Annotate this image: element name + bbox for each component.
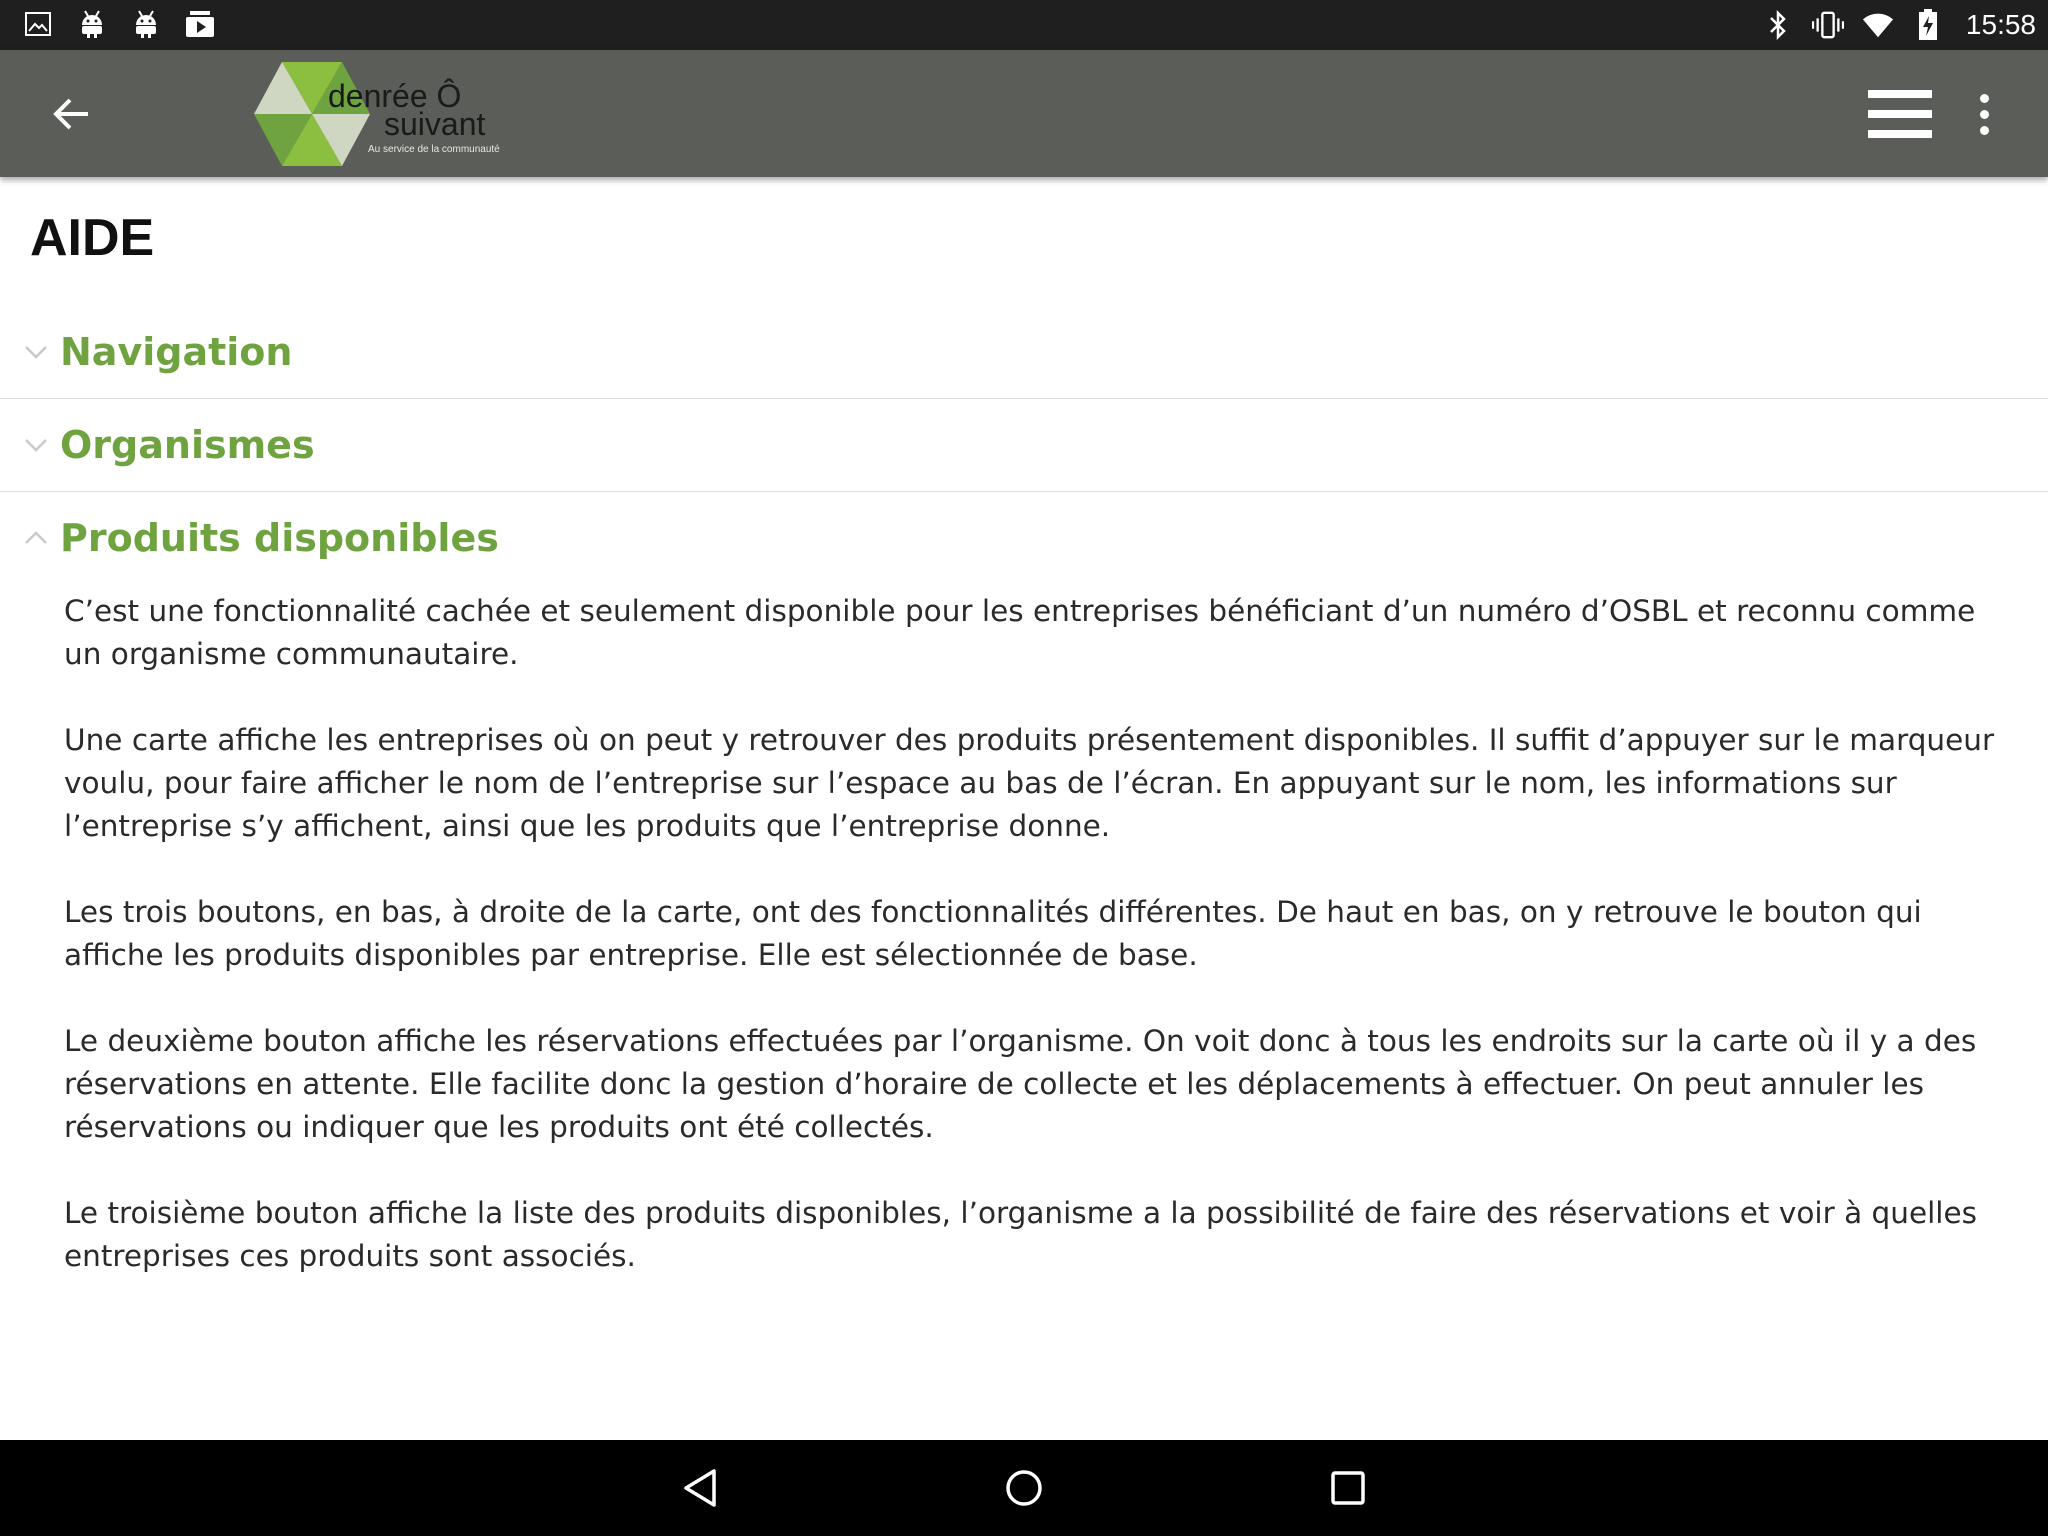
accordion-label: Navigation (60, 330, 293, 374)
media-icon (184, 8, 216, 40)
help-paragraph: Le troisième bouton affiche la liste des… (64, 1196, 1978, 1273)
help-paragraph: Le deuxième bouton affiche les réservati… (64, 1024, 1977, 1144)
accordion-body-produits-disponibles: C’est une fonctionnalité cachée et seule… (0, 590, 2048, 1278)
android-icon (76, 8, 108, 40)
logo-text-line2: suivant (384, 106, 486, 142)
back-button[interactable] (40, 82, 104, 146)
logo-tagline: Au service de la communauté (368, 144, 500, 155)
accordion-header-navigation[interactable]: Navigation (0, 306, 2048, 399)
help-paragraph: Les trois boutons, en bas, à droite de l… (64, 895, 1922, 972)
more-vert-icon-dot (1979, 109, 1989, 119)
accordion-header-organismes[interactable]: Organismes (0, 399, 2048, 492)
help-paragraph: C’est une fonctionnalité cachée et seule… (64, 594, 1976, 671)
notification-icons (22, 8, 216, 40)
status-bar: 15:58 (0, 0, 2048, 50)
accordion-header-produits-disponibles[interactable]: Produits disponibles (0, 492, 2048, 584)
wifi-icon (1862, 9, 1894, 41)
nav-recents-button[interactable] (1318, 1458, 1378, 1518)
android-icon (130, 8, 162, 40)
nav-home-button[interactable] (994, 1458, 1054, 1518)
app-logo: denrée Ô suivant Au service de la commun… (252, 60, 512, 168)
overflow-menu-button[interactable] (1968, 82, 2000, 146)
page-title: AIDE (30, 209, 155, 267)
accordion-label: Organismes (60, 423, 315, 467)
more-vert-icon (1979, 93, 1989, 103)
nav-back-button[interactable] (670, 1458, 730, 1518)
arrow-left-icon (53, 98, 88, 130)
hamburger-icon (1868, 90, 1932, 98)
help-accordion: Navigation Organismes Produits disponibl… (0, 306, 2048, 1321)
more-vert-icon-dot (1979, 125, 1989, 135)
chevron-down-icon (24, 340, 48, 364)
hamburger-icon-bar (1868, 130, 1932, 138)
vibrate-icon (1811, 9, 1844, 41)
nav-recents-icon (1331, 1471, 1365, 1505)
help-paragraph: Une carte affiche les entreprises où on … (64, 723, 1995, 843)
system-nav-bar (0, 1440, 2048, 1536)
battery-charging-icon (1912, 9, 1944, 41)
nav-back-icon (684, 1469, 716, 1507)
chevron-down-icon (24, 433, 48, 457)
hamburger-icon-bar (1868, 110, 1932, 118)
clock: 15:58 (1965, 9, 2036, 40)
system-icons: 15:58 (1762, 0, 2036, 50)
image-icon (22, 8, 54, 40)
app-bar: denrée Ô suivant Au service de la commun… (0, 50, 2048, 177)
menu-button[interactable] (1868, 82, 1936, 146)
bluetooth-icon (1762, 9, 1794, 41)
nav-home-icon (1006, 1470, 1042, 1506)
accordion-label: Produits disponibles (60, 516, 499, 560)
chevron-up-icon (24, 526, 48, 550)
